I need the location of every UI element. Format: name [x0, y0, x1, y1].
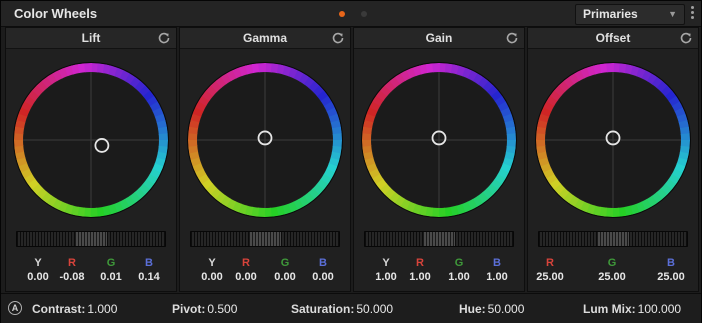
channel-value[interactable]: 25.00 [651, 270, 691, 284]
contrast-control[interactable]: Contrast: 1.000 [32, 302, 117, 316]
reset-icon[interactable] [679, 31, 693, 45]
channel-value[interactable]: 0.01 [91, 270, 131, 284]
channel-r: R 0.00 [226, 256, 266, 284]
wheel-title: Gain [425, 31, 453, 45]
saturation-control[interactable]: Saturation: 50.000 [291, 302, 393, 316]
channel-g: G 1.00 [439, 256, 479, 284]
wheel-values: Y 1.00 R 1.00 G 1.00 B 1.00 [354, 256, 524, 286]
lum-mix-control[interactable]: Lum Mix: 100.000 [583, 302, 681, 316]
color-wheel[interactable] [183, 58, 347, 222]
wheel-values: Y 0.00 R 0.00 G 0.00 B 0.00 [180, 256, 350, 286]
channel-b: B 0.14 [129, 256, 169, 284]
panel-header: Offset [528, 28, 698, 49]
channel-b: B 25.00 [651, 256, 691, 284]
wheel-values: R 25.00 G 25.00 B 25.00 [528, 256, 698, 286]
wheel-title: Offset [595, 31, 631, 45]
channel-value[interactable]: 0.00 [265, 270, 305, 284]
chevron-down-icon: ▼ [668, 9, 677, 19]
channel-key: G [454, 257, 464, 269]
channel-value[interactable]: 0.00 [226, 270, 266, 284]
channel-g: G 0.00 [265, 256, 305, 284]
mode-dropdown[interactable]: Primaries ▼ [575, 4, 685, 25]
channel-value[interactable]: -0.08 [52, 270, 92, 284]
page-dot-1[interactable] [339, 11, 345, 17]
wheel-title: Lift [81, 31, 101, 45]
page-dot-2[interactable] [361, 11, 367, 17]
reset-icon[interactable] [505, 31, 519, 45]
global-adjustments-bar: A Contrast: 1.000 Pivot: 0.500 Saturation:… [1, 293, 701, 323]
channel-value[interactable]: 1.00 [477, 270, 517, 284]
channel-key: B [319, 257, 327, 269]
contrast-value[interactable]: 1.000 [87, 302, 117, 316]
panel-header: Gain [354, 28, 524, 49]
contrast-label: Contrast: [32, 302, 86, 316]
channel-value[interactable]: 25.00 [530, 270, 570, 284]
channel-key: B [493, 257, 501, 269]
channel-key: R [416, 257, 424, 269]
channel-b: B 1.00 [477, 256, 517, 284]
hue-value[interactable]: 50.000 [488, 302, 525, 316]
channel-key: G [607, 257, 617, 269]
window-title: Color Wheels [14, 6, 98, 21]
saturation-label: Saturation: [291, 302, 355, 316]
pivot-label: Pivot: [172, 302, 206, 316]
wheel-panel-gain: Gain Y 1.00 R 1.00 G 1.00 B 1.00 [353, 27, 525, 292]
wheel-panel-lift: Lift Y 0.00 R -0.08 G 0.01 B 0.14 [5, 27, 177, 292]
wheel-panel-gamma: Gamma Y 0.00 R 0.00 G 0.00 B 0.00 [179, 27, 351, 292]
color-wheels-window: Color Wheels Primaries ▼ Lift Y 0.00 R -0.0… [0, 0, 702, 323]
channel-key: B [667, 257, 675, 269]
panel-header: Gamma [180, 28, 350, 49]
panel-header: Lift [6, 28, 176, 49]
master-wheel-slider[interactable] [190, 231, 340, 247]
wheel-values: Y 0.00 R -0.08 G 0.01 B 0.14 [6, 256, 176, 286]
master-wheel-slider[interactable] [538, 231, 688, 247]
options-menu-icon[interactable] [689, 6, 695, 22]
channel-value[interactable]: 1.00 [400, 270, 440, 284]
channel-key: R [546, 257, 554, 269]
pivot-value[interactable]: 0.500 [207, 302, 237, 316]
channel-key: G [106, 257, 116, 269]
lum-mix-value[interactable]: 100.000 [638, 302, 681, 316]
channel-key: B [145, 257, 153, 269]
channel-value[interactable]: 1.00 [439, 270, 479, 284]
channel-g: G 25.00 [592, 256, 632, 284]
channel-key: R [68, 257, 76, 269]
reset-icon[interactable] [331, 31, 345, 45]
auto-balance-button[interactable]: A [8, 301, 22, 315]
title-bar: Color Wheels Primaries ▼ [1, 1, 701, 27]
channel-key: G [280, 257, 290, 269]
channel-value[interactable]: 0.00 [303, 270, 343, 284]
lum-mix-label: Lum Mix: [583, 302, 636, 316]
channel-r: R 25.00 [530, 256, 570, 284]
channel-value[interactable]: 0.14 [129, 270, 169, 284]
master-wheel-slider[interactable] [364, 231, 514, 247]
reset-icon[interactable] [157, 31, 171, 45]
channel-value[interactable]: 25.00 [592, 270, 632, 284]
hue-label: Hue: [459, 302, 486, 316]
pivot-control[interactable]: Pivot: 0.500 [172, 302, 237, 316]
channel-r: R 1.00 [400, 256, 440, 284]
saturation-value[interactable]: 50.000 [356, 302, 393, 316]
channel-key: R [242, 257, 250, 269]
wheel-title: Gamma [242, 31, 288, 45]
color-wheel[interactable] [9, 58, 173, 222]
color-wheel[interactable] [357, 58, 521, 222]
channel-g: G 0.01 [91, 256, 131, 284]
channel-b: B 0.00 [303, 256, 343, 284]
master-wheel-slider[interactable] [16, 231, 166, 247]
wheel-panel-offset: Offset R 25.00 G 25.00 B 25.00 [527, 27, 699, 292]
color-wheel[interactable] [531, 58, 695, 222]
mode-dropdown-value: Primaries [583, 7, 638, 21]
hue-control[interactable]: Hue: 50.000 [459, 302, 524, 316]
channel-r: R -0.08 [52, 256, 92, 284]
